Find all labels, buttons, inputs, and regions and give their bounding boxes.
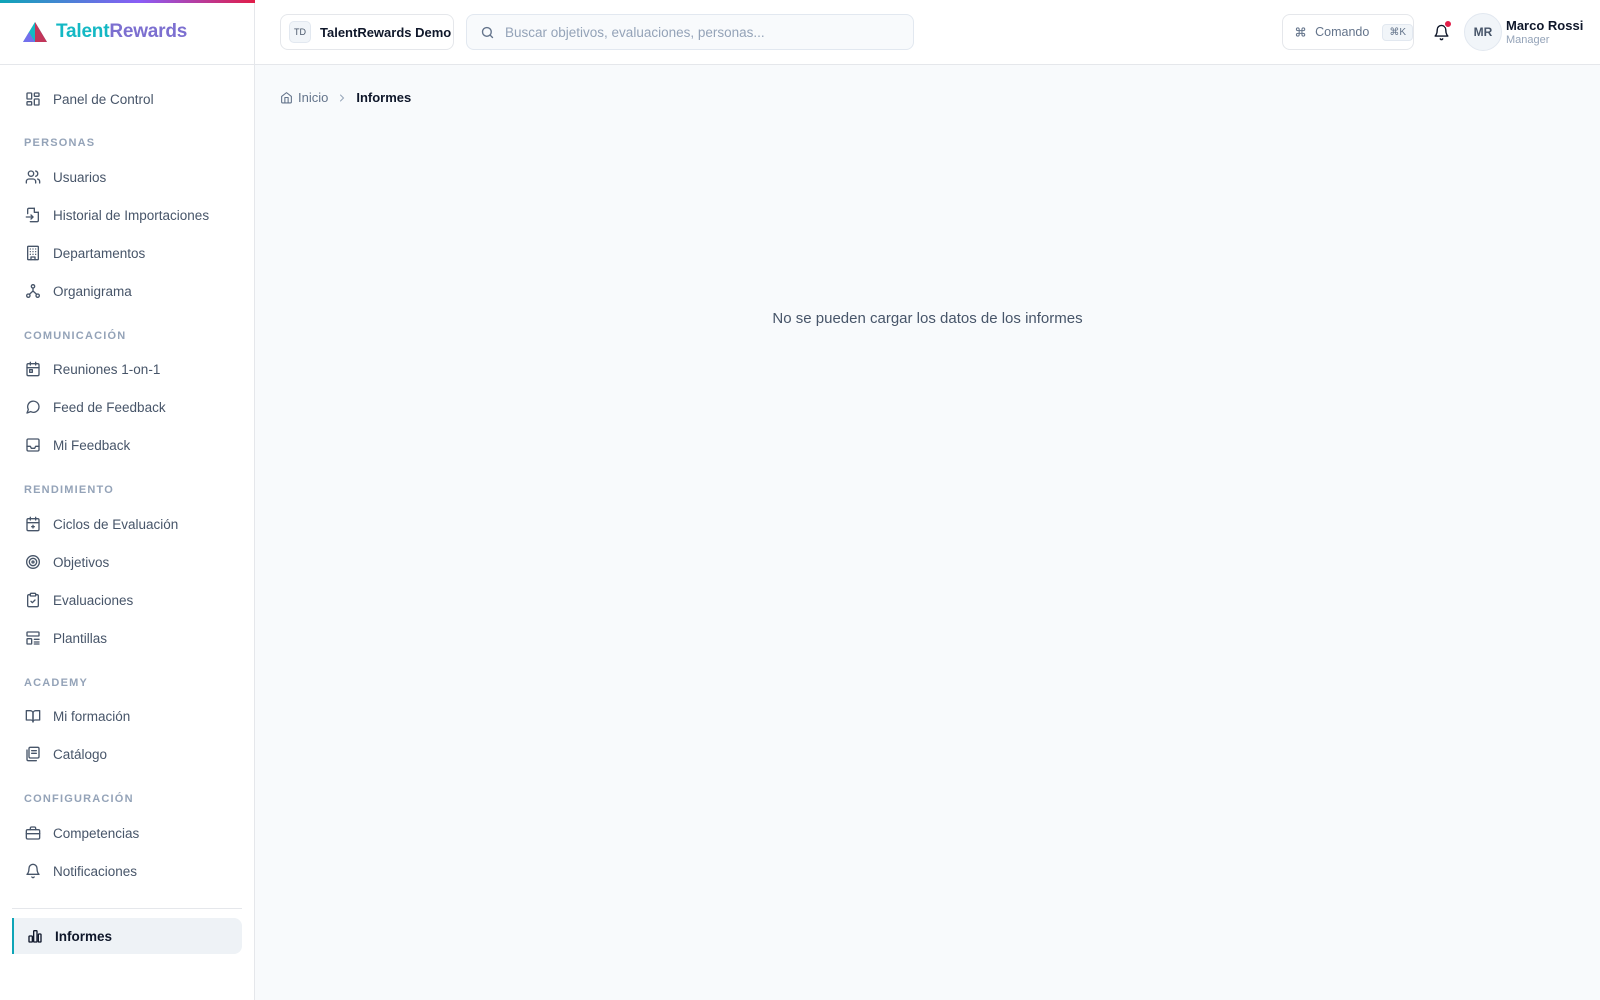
breadcrumb-current: Informes [356, 90, 412, 105]
sidebar-item-reuniones[interactable]: Reuniones 1-on-1 [12, 351, 242, 387]
sidebar-item-label: Usuarios [53, 169, 107, 185]
command-label: Comando [1315, 25, 1370, 39]
sidebar-item-informes[interactable]: Informes [12, 918, 242, 954]
sidebar-item-objetivos[interactable]: Objetivos [12, 544, 242, 580]
section-configuracion: CONFIGURACIÓN [24, 793, 134, 805]
error-message: No se pueden cargar los datos de los inf… [772, 310, 1083, 327]
sidebar: TalentRewards Panel de Control PERSONAS … [0, 0, 255, 1000]
clipboard-check-icon [27, 592, 39, 608]
sidebar-item-label: Plantillas [53, 630, 108, 646]
section-rendimiento: RENDIMIENTO [24, 484, 115, 496]
sidebar-divider [12, 908, 242, 909]
org-chart-icon [26, 284, 40, 298]
search-icon [481, 26, 494, 38]
sidebar-item-catalogo[interactable]: Catálogo [12, 736, 242, 772]
org-switcher[interactable]: TD TalentRewards Demo [280, 14, 454, 50]
template-icon [26, 631, 40, 645]
org-badge: TD [289, 21, 311, 43]
sidebar-item-historial[interactable]: Historial de Importaciones [12, 197, 242, 233]
sidebar-item-label: Mi formación [53, 708, 131, 724]
section-academy: ACADEMY [24, 677, 89, 689]
sidebar-item-label: Departamentos [53, 245, 146, 261]
user-menu[interactable]: Marco Rossi Manager [1506, 18, 1583, 47]
main-content: Inicio Informes No se pueden cargar los … [255, 65, 1600, 1000]
bar-chart-icon [28, 930, 42, 943]
sidebar-item-ciclos[interactable]: Ciclos de Evaluación [12, 506, 242, 542]
sidebar-item-label: Ciclos de Evaluación [53, 516, 179, 532]
sidebar-item-organigrama[interactable]: Organigrama [12, 273, 242, 309]
sidebar-item-usuarios[interactable]: Usuarios [12, 159, 242, 195]
dashboard-icon [26, 92, 40, 106]
chevron-right-icon [340, 94, 345, 101]
sidebar-item-label: Historial de Importaciones [53, 207, 210, 223]
users-icon [25, 170, 41, 184]
section-personas: PERSONAS [24, 137, 96, 149]
org-name: TalentRewards Demo [320, 24, 452, 40]
command-shortcut: ⌘K [1382, 23, 1413, 41]
bell-icon [26, 863, 40, 879]
sidebar-item-notificaciones[interactable]: Notificaciones [12, 853, 242, 889]
calendar-icon [26, 361, 40, 377]
command-icon [1295, 27, 1306, 37]
briefcase-icon [25, 826, 41, 840]
home-icon [281, 92, 292, 104]
file-import-icon [25, 207, 39, 223]
sidebar-item-feed[interactable]: Feed de Feedback [12, 389, 242, 425]
breadcrumb-home-label: Inicio [298, 90, 329, 105]
library-icon [26, 746, 40, 762]
sidebar-item-label: Notificaciones [53, 863, 138, 879]
sidebar-item-label: Reuniones 1-on-1 [53, 361, 161, 377]
sidebar-item-label: Organigrama [53, 283, 132, 299]
top-accent-bar [0, 0, 255, 3]
search-input[interactable] [505, 24, 905, 40]
inbox-icon [26, 438, 40, 452]
sidebar-item-label: Informes [55, 928, 113, 944]
sidebar-item-mi-formacion[interactable]: Mi formación [12, 698, 242, 734]
section-comunicacion: COMUNICACIÓN [24, 330, 127, 342]
building-icon [27, 245, 39, 261]
sidebar-item-label: Objetivos [53, 554, 110, 570]
command-palette-button[interactable]: Comando ⌘K [1282, 14, 1414, 50]
avatar[interactable]: MR [1464, 13, 1502, 51]
logo-icon [23, 22, 47, 42]
sidebar-item-label: Catálogo [53, 746, 108, 762]
message-circle-icon [26, 400, 40, 414]
target-icon [26, 555, 40, 569]
sidebar-item-label: Panel de Control [53, 91, 154, 107]
top-header: TD TalentRewards Demo Comando ⌘K MR Marc… [255, 0, 1600, 65]
breadcrumb: Inicio Informes [280, 90, 411, 105]
sidebar-item-plantillas[interactable]: Plantillas [12, 620, 242, 656]
notifications-button[interactable] [1429, 20, 1453, 44]
sidebar-item-label: Mi Feedback [53, 437, 131, 453]
user-role: Manager [1506, 33, 1550, 46]
book-open-icon [25, 710, 41, 723]
user-name: Marco Rossi [1506, 18, 1584, 33]
sidebar-item-evaluaciones[interactable]: Evaluaciones [12, 582, 242, 618]
sidebar-item-label: Competencias [53, 825, 140, 841]
sidebar-item-dashboard[interactable]: Panel de Control [12, 81, 242, 117]
sidebar-item-label: Evaluaciones [53, 592, 134, 608]
search-box[interactable] [466, 14, 914, 50]
notification-dot [1444, 20, 1452, 28]
calendar-check-icon [26, 516, 40, 532]
brand-name: TalentRewards [56, 21, 188, 42]
sidebar-item-departamentos[interactable]: Departamentos [12, 235, 242, 271]
sidebar-item-label: Feed de Feedback [53, 399, 166, 415]
sidebar-item-mi-feedback[interactable]: Mi Feedback [12, 427, 242, 463]
breadcrumb-home[interactable]: Inicio [280, 90, 328, 105]
sidebar-item-competencias[interactable]: Competencias [12, 815, 242, 851]
brand[interactable]: TalentRewards [0, 0, 254, 65]
